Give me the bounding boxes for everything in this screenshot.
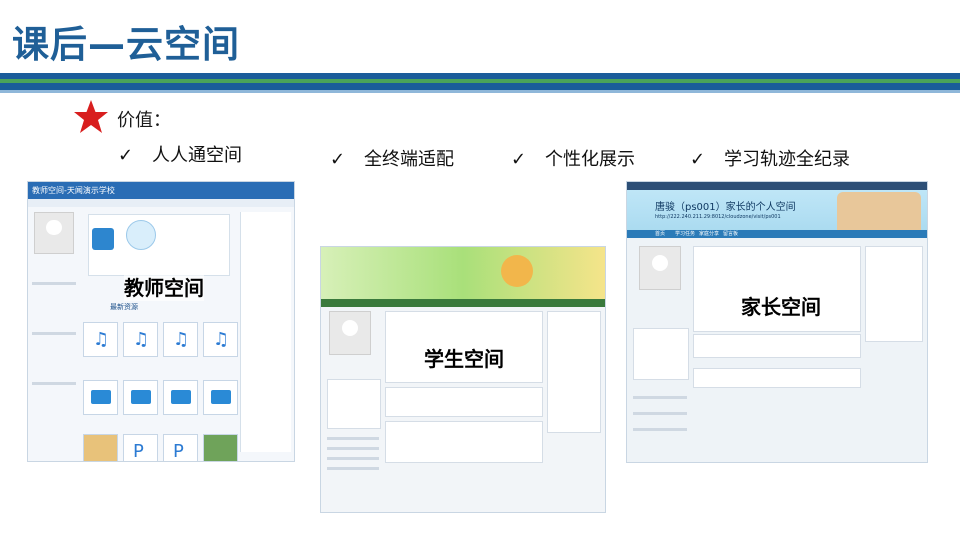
student-banner	[321, 247, 605, 299]
teacher-resource-header: 最新资源	[110, 303, 138, 311]
feature-label: 个性化展示	[545, 149, 635, 170]
thumbnail-image[interactable]	[83, 434, 118, 461]
divider	[32, 382, 76, 385]
check-icon: ✓	[118, 145, 134, 166]
parent-calendar	[633, 328, 689, 380]
divider	[633, 428, 687, 431]
parent-nav-tasks[interactable]: 学习任务	[675, 230, 695, 237]
book-icon	[92, 228, 114, 250]
student-nav	[321, 299, 605, 307]
folder-icon[interactable]	[163, 380, 198, 415]
parent-avatar	[639, 246, 681, 290]
teacher-right-column	[240, 212, 291, 452]
divider	[327, 467, 379, 470]
student-message-panel	[385, 421, 543, 463]
feature-item: ✓ 个性化展示	[511, 145, 635, 171]
folder-icon[interactable]	[83, 380, 118, 415]
feature-item: ✓ 全终端适配	[330, 145, 454, 171]
parent-banner-title: 唐骏（ps001）家长的个人空间	[655, 202, 796, 213]
parent-right-column	[865, 246, 923, 342]
divider	[327, 457, 379, 460]
folder-icon[interactable]	[203, 380, 238, 415]
teacher-space-screenshot: 教师空间-天闻演示学校 最新资源 ♫ ♫ ♫ ♫ P P	[27, 181, 295, 462]
page-title: 课后—云空间	[12, 23, 240, 66]
divider	[633, 412, 687, 415]
parent-message-panel	[693, 368, 861, 388]
star-icon	[74, 100, 108, 133]
student-right-column	[547, 311, 601, 433]
info-icon	[126, 220, 156, 250]
title-band-light	[0, 90, 960, 93]
document-icon[interactable]: P	[123, 434, 158, 461]
check-icon: ✓	[511, 149, 527, 170]
parent-topbar	[627, 182, 927, 190]
teacher-brand: 教师空间-天闻演示学校	[32, 186, 115, 195]
feature-label: 全终端适配	[364, 149, 454, 170]
student-space-caption: 学生空间	[424, 343, 504, 372]
music-file-icon[interactable]: ♫	[123, 322, 158, 357]
parent-nav-share[interactable]: 家庭分享	[699, 230, 719, 237]
thumbnail-image[interactable]	[203, 434, 238, 461]
music-file-icon[interactable]: ♫	[203, 322, 238, 357]
feature-item: ✓ 人人通空间	[118, 141, 242, 167]
parent-record-panel	[693, 334, 861, 358]
title-band-green	[0, 79, 960, 83]
teacher-avatar	[34, 212, 74, 254]
music-file-icon[interactable]: ♫	[163, 322, 198, 357]
folder-icon[interactable]	[123, 380, 158, 415]
parent-space-caption: 家长空间	[741, 291, 821, 320]
music-file-icon[interactable]: ♫	[83, 322, 118, 357]
teacher-nav	[28, 199, 294, 207]
student-space-screenshot	[320, 246, 606, 513]
student-record-panel	[385, 387, 543, 417]
cartoon-character-image	[501, 255, 533, 287]
parent-nav	[627, 230, 927, 238]
feature-label: 人人通空间	[152, 145, 242, 166]
feature-label: 学习轨迹全纪录	[724, 149, 850, 170]
divider	[32, 332, 76, 335]
divider	[633, 396, 687, 399]
divider	[327, 437, 379, 440]
feature-item: ✓ 学习轨迹全纪录	[690, 145, 850, 171]
check-icon: ✓	[330, 149, 346, 170]
document-icon[interactable]: P	[163, 434, 198, 461]
parent-nav-home[interactable]: 首页	[655, 230, 665, 237]
teacher-space-caption: 教师空间	[124, 272, 204, 301]
parent-url: http://222.240.211.29:8012/cloudzone/vis…	[655, 214, 781, 220]
parent-space-screenshot: 唐骏（ps001）家长的个人空间 http://222.240.211.29:8…	[626, 181, 928, 463]
divider	[32, 282, 76, 285]
student-avatar	[329, 311, 371, 355]
parent-nav-messages[interactable]: 留言板	[723, 230, 738, 237]
check-icon: ✓	[690, 149, 706, 170]
value-label: 价值：	[117, 110, 171, 131]
student-calendar	[327, 379, 381, 429]
divider	[327, 447, 379, 450]
